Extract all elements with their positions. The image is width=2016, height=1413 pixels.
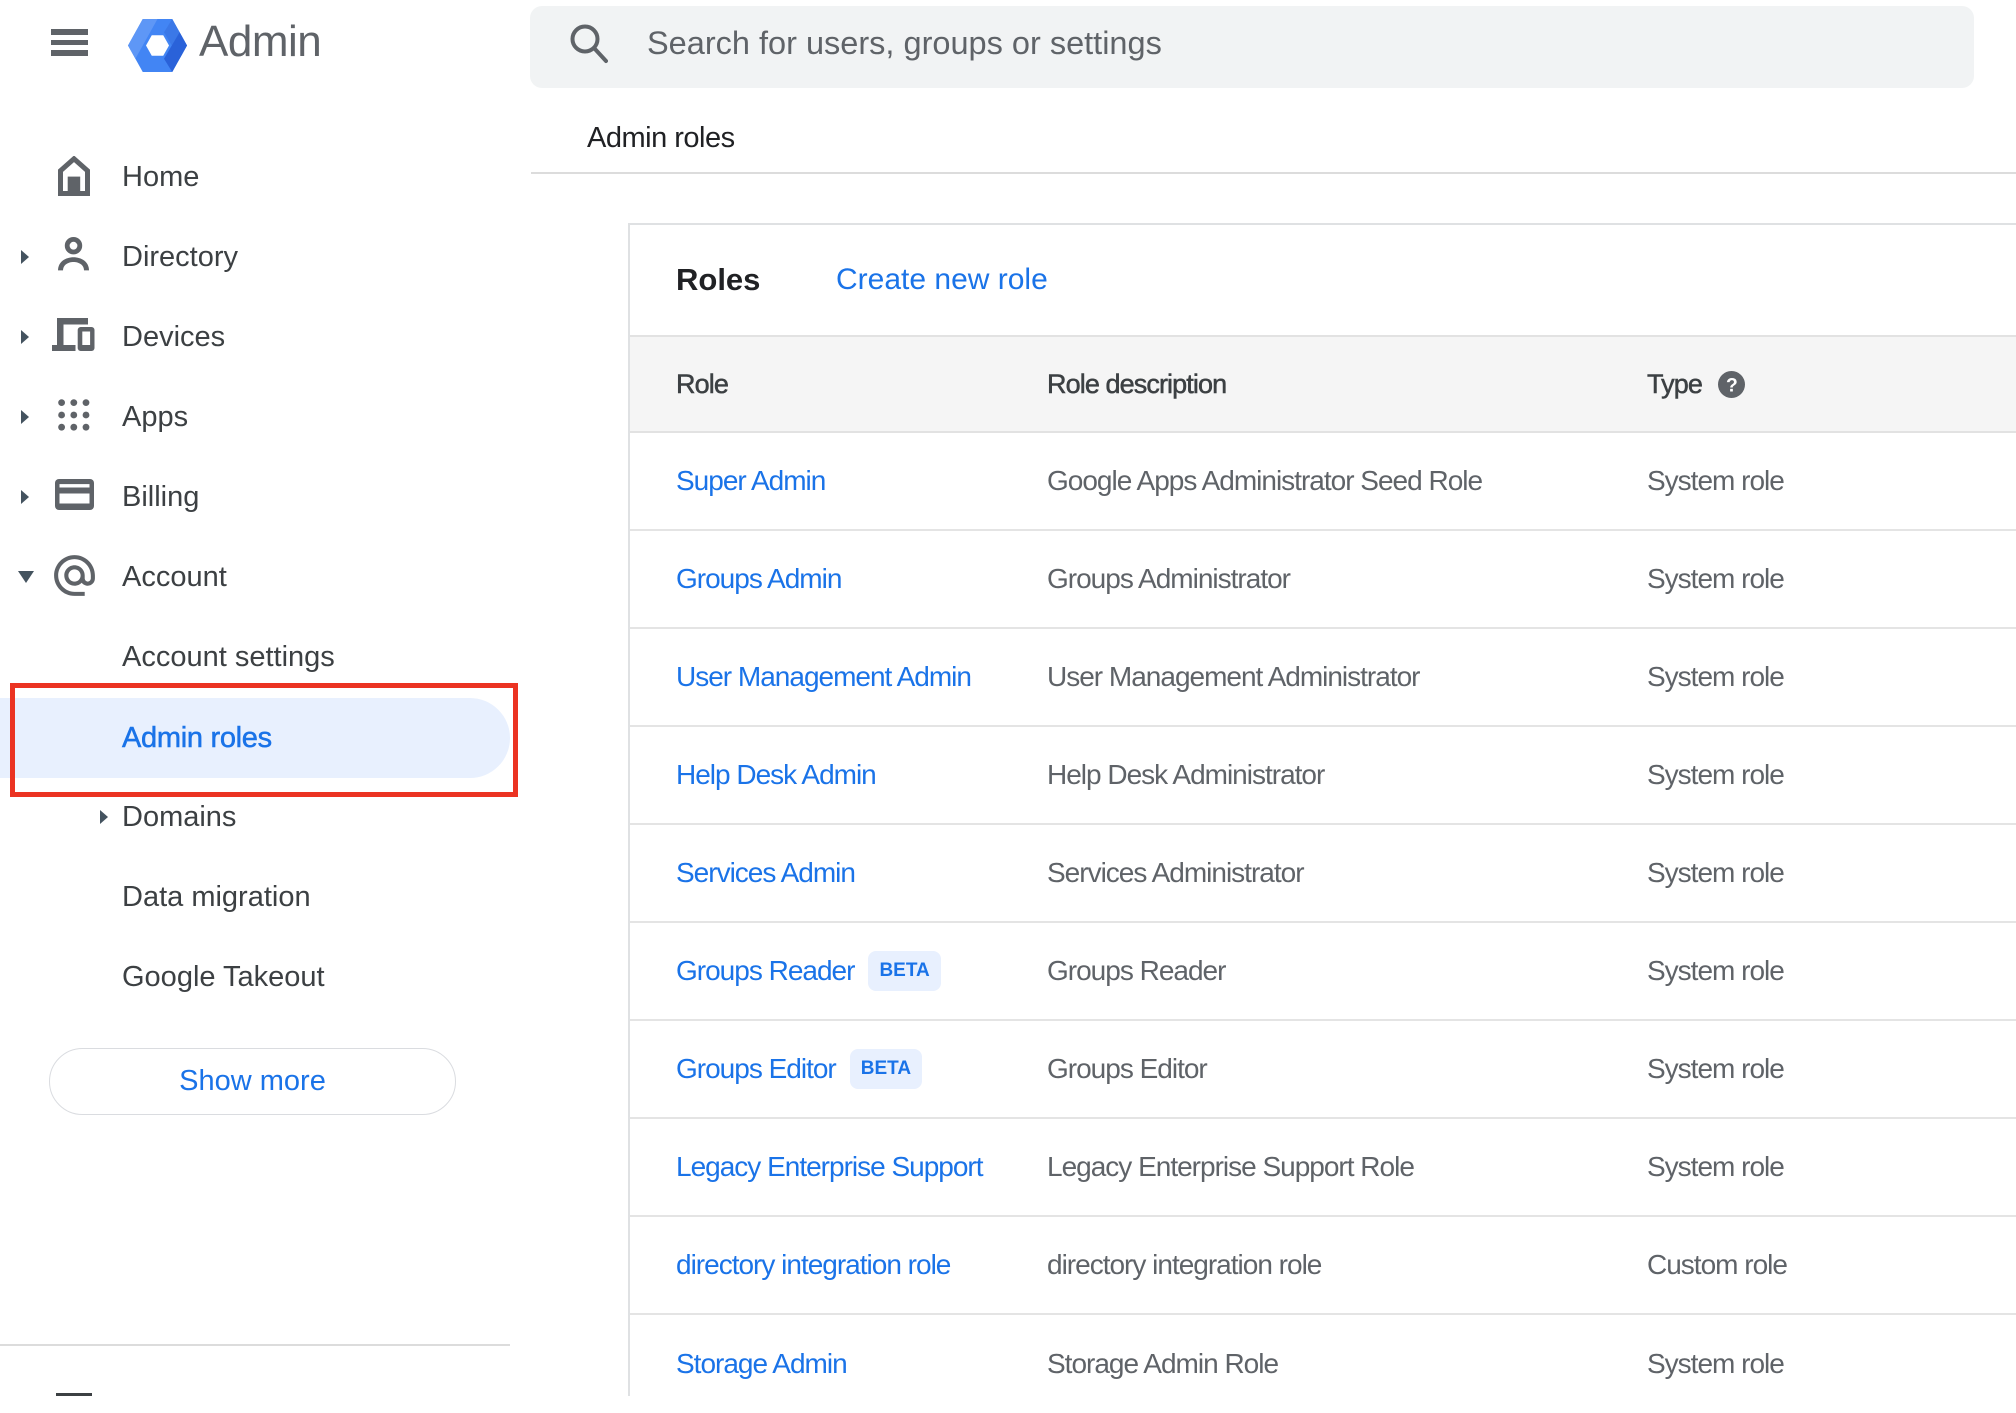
svg-text:?: ? [1726, 375, 1737, 396]
